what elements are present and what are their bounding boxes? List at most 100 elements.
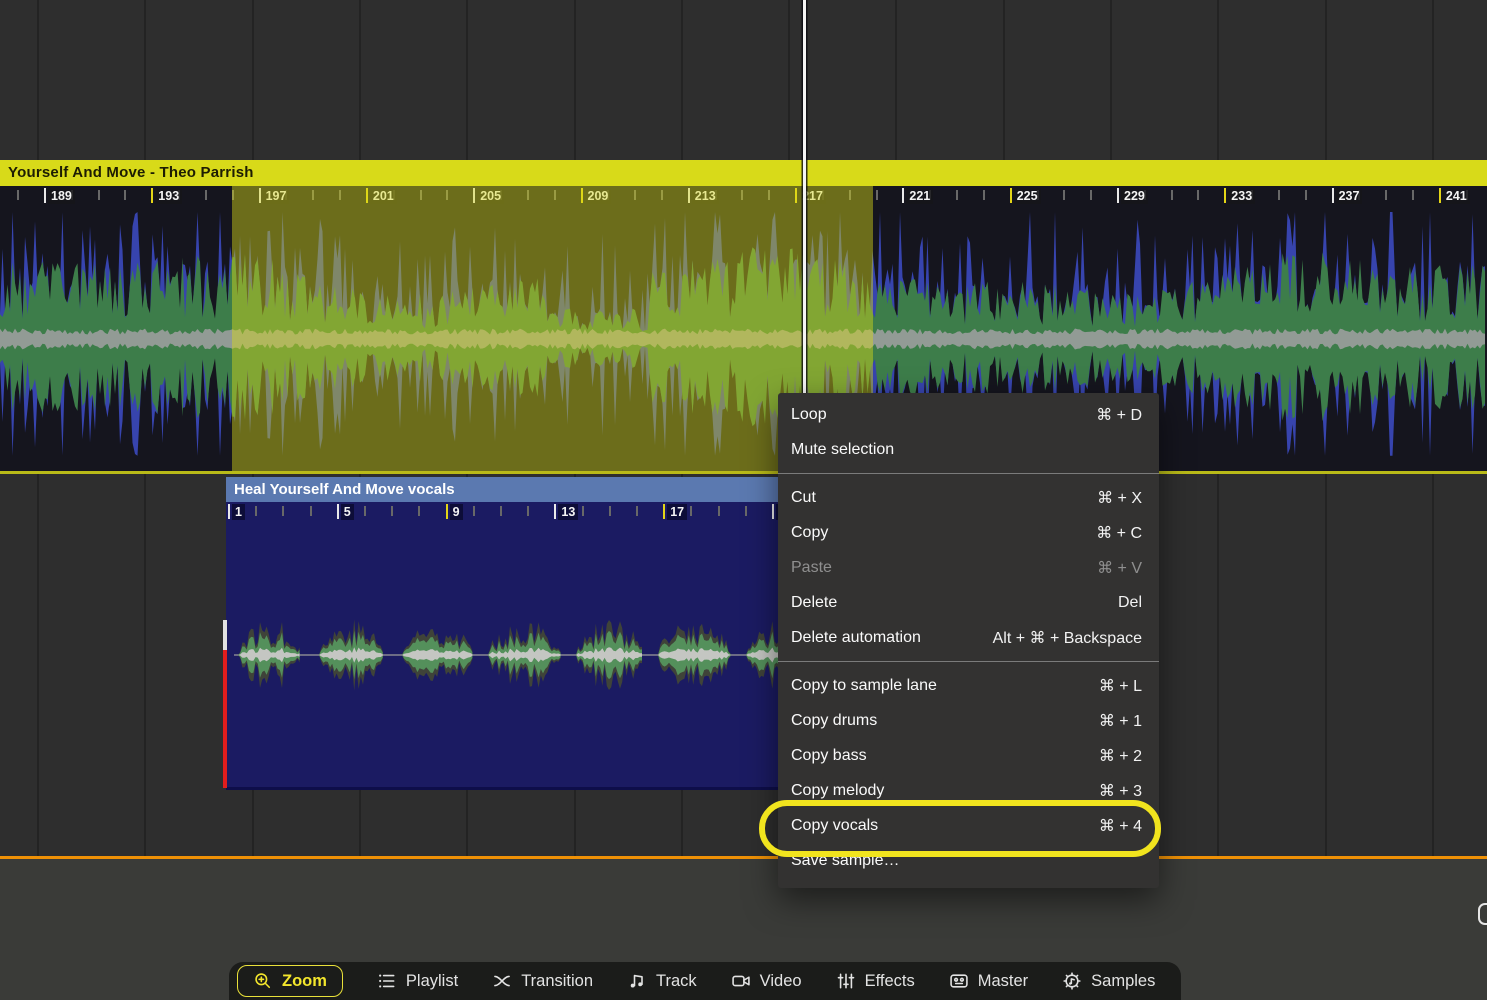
menu-item-copy-bass[interactable]: Copy bass⌘ + 2 (778, 738, 1159, 773)
ruler-minor-tick (956, 190, 958, 200)
menu-item-copy-vocals[interactable]: Copy vocals ⌘ + 4 (778, 808, 1159, 843)
tab-samples[interactable]: Samples (1062, 971, 1155, 991)
ruler-label: 193 (155, 188, 182, 204)
tab-track[interactable]: Track (627, 971, 697, 991)
menu-item-label: Delete (791, 594, 837, 612)
menu-item-delete-automation[interactable]: Delete automation Alt + ⌘ + Backspace (778, 620, 1159, 655)
ruler-minor-tick (364, 506, 366, 516)
ruler-minor-tick (690, 506, 692, 516)
video-camera-icon (731, 971, 751, 991)
menu-item-copy-to-sample-lane[interactable]: Copy to sample lane ⌘ + L (778, 668, 1159, 703)
menu-item-shortcut: ⌘ + 3 (1099, 781, 1142, 801)
main-track-title-bar[interactable]: Yourself And Move - Theo Parrish (0, 160, 1487, 186)
ruler-major-tick (772, 504, 774, 519)
sliders-icon (836, 971, 856, 991)
menu-item-label: Paste (791, 559, 832, 577)
menu-item-copy-drums[interactable]: Copy drums⌘ + 1 (778, 703, 1159, 738)
ruler-minor-tick (1063, 190, 1065, 200)
menu-item-copy-melody[interactable]: Copy melody ⌘ + 3 (778, 773, 1159, 808)
playlist-icon (377, 971, 397, 991)
menu-item-label: Copy drums (791, 712, 877, 730)
ruler-major-tick (902, 188, 904, 203)
menu-item-shortcut: ⌘ + 4 (1099, 816, 1142, 836)
ruler-label: 189 (48, 188, 75, 204)
tab-transition[interactable]: Transition (492, 971, 593, 991)
menu-item-label: Copy bass (791, 747, 867, 765)
ruler-minor-tick (418, 506, 420, 516)
daw-app: Yourself And Move - Theo Parrish 189 193 1… (0, 0, 1487, 1000)
ruler-label: 1 (232, 504, 245, 520)
menu-item-copy[interactable]: Copy ⌘ + C (778, 515, 1159, 550)
main-track-waveform-region[interactable]: 1891931972012052092132172212252292332372… (0, 186, 1487, 474)
gear-note-icon (1062, 971, 1082, 991)
ruler-minor-tick (500, 506, 502, 516)
menu-item-label: Copy to sample lane (791, 677, 937, 695)
ruler-minor-tick (983, 190, 985, 200)
ruler-label: 241 (1443, 188, 1470, 204)
ruler-minor-tick (1385, 190, 1387, 200)
ruler-major-tick (1010, 188, 1012, 203)
menu-item-shortcut: ⌘ + X (1097, 488, 1142, 508)
time-selection[interactable] (232, 186, 873, 474)
ruler-major-tick (1224, 188, 1226, 203)
menu-item-label: Copy vocals (791, 817, 878, 835)
ruler-label: 13 (558, 504, 578, 520)
ruler-label: 237 (1336, 188, 1363, 204)
menu-item-save-sample[interactable]: Save sample… (778, 843, 1159, 878)
ruler-major-tick (1439, 188, 1441, 203)
menu-item-label: Copy melody (791, 782, 884, 800)
zoom-plus-icon (253, 971, 273, 991)
ruler-label: 9 (450, 504, 463, 520)
master-face-icon (949, 971, 969, 991)
ruler-minor-tick (876, 190, 878, 200)
ruler-minor-tick (1278, 190, 1280, 200)
transition-icon (492, 971, 512, 991)
tab-zoom[interactable]: Zoom (237, 965, 343, 997)
ruler-major-tick (151, 188, 153, 203)
ruler-major-tick (663, 504, 665, 519)
menu-separator (778, 661, 1159, 662)
menu-item-cut[interactable]: Cut⌘ + X (778, 480, 1159, 515)
ruler-minor-tick (255, 506, 257, 516)
menu-item-loop[interactable]: Loop ⌘ + D (778, 397, 1159, 432)
ruler-major-tick (1117, 188, 1119, 203)
ruler-label: 225 (1014, 188, 1041, 204)
clip-edge-marker (223, 620, 227, 650)
menu-item-label: Loop (791, 406, 827, 424)
tab-effects[interactable]: Effects (836, 971, 915, 991)
tab-label: Effects (865, 972, 915, 991)
ruler-minor-tick (1090, 190, 1092, 200)
ruler-minor-tick (282, 506, 284, 516)
menu-item-shortcut: ⌘ + C (1096, 523, 1142, 543)
ruler-minor-tick (310, 506, 312, 516)
menu-item-shortcut: ⌘ + L (1099, 676, 1142, 696)
ruler-minor-tick (124, 190, 126, 200)
main-track-title: Yourself And Move - Theo Parrish (8, 164, 254, 181)
ruler-minor-tick (98, 190, 100, 200)
ruler-label: 221 (906, 188, 933, 204)
music-note-icon (627, 971, 647, 991)
menu-item-delete[interactable]: DeleteDel (778, 585, 1159, 620)
ruler-minor-tick (609, 506, 611, 516)
tab-master[interactable]: Master (949, 971, 1028, 991)
menu-item-label: Delete automation (791, 629, 921, 647)
ruler-label: 17 (667, 504, 687, 520)
ruler-minor-tick (1197, 190, 1199, 200)
ruler-minor-tick (582, 506, 584, 516)
menu-item-mute-selection[interactable]: Mute selection (778, 432, 1159, 467)
main-track-bottom-border (0, 471, 1487, 474)
tab-playlist[interactable]: Playlist (377, 971, 458, 991)
ruler-major-tick (446, 504, 448, 519)
ruler-major-tick (337, 504, 339, 519)
menu-item-shortcut: Alt + ⌘ + Backspace (993, 628, 1142, 648)
menu-item-label: Copy (791, 524, 828, 542)
menu-item-shortcut: ⌘ + D (1096, 405, 1142, 425)
vocals-clip-title: Heal Yourself And Move vocals (234, 481, 455, 498)
ruler-minor-tick (391, 506, 393, 516)
menu-item-label: Mute selection (791, 441, 894, 459)
menu-item-paste[interactable]: Paste⌘ + V (778, 550, 1159, 585)
tab-video[interactable]: Video (731, 971, 802, 991)
ruler-minor-tick (636, 506, 638, 516)
ruler-minor-tick (205, 190, 207, 200)
ruler-minor-tick (718, 506, 720, 516)
